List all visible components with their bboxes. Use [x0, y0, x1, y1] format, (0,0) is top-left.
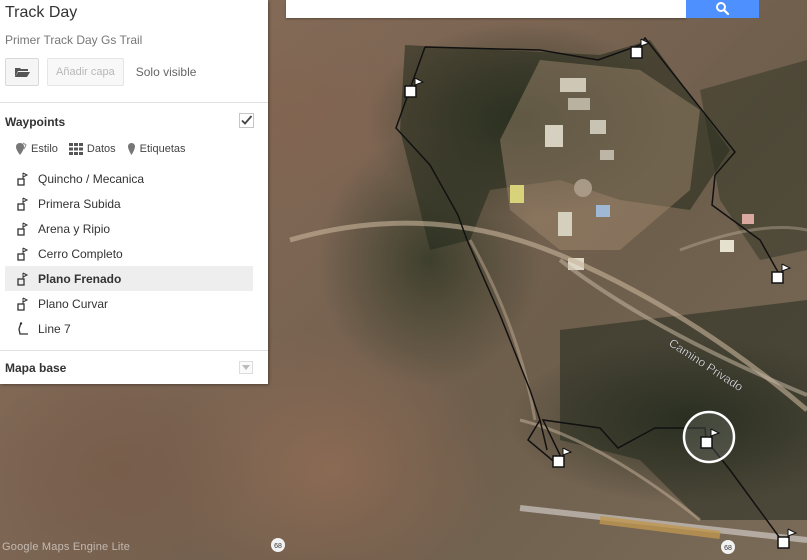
- layer-title[interactable]: Waypoints: [5, 115, 65, 129]
- building: [596, 205, 610, 217]
- building: [558, 212, 572, 236]
- line-path-icon: [18, 321, 28, 335]
- flag-marker-icon: [17, 172, 29, 186]
- map-title[interactable]: Track Day: [5, 2, 263, 24]
- import-button[interactable]: [5, 58, 39, 86]
- add-layer-button[interactable]: Añadir capa: [47, 58, 124, 86]
- list-item-selected[interactable]: Plano Frenado: [5, 266, 253, 291]
- building: [720, 240, 734, 252]
- map-header: Track Day Primer Track Day Gs Trail Añad…: [0, 0, 268, 103]
- list-item-label: Cerro Completo: [38, 246, 123, 261]
- building: [510, 185, 524, 203]
- list-item[interactable]: Primera Subida: [5, 191, 253, 216]
- flag-marker-icon: [17, 222, 29, 236]
- search-input[interactable]: [286, 0, 686, 18]
- panel-toolbar: Añadir capa Solo visible: [5, 58, 196, 86]
- list-item-label: Plano Curvar: [38, 296, 109, 311]
- style-option-label: Estilo: [31, 143, 58, 155]
- building: [742, 214, 754, 224]
- list-item[interactable]: Quincho / Mecanica: [5, 166, 253, 191]
- layer-options: Estilo Datos Etiquetas: [14, 142, 197, 156]
- list-item[interactable]: Plano Curvar: [5, 291, 253, 316]
- layers-panel: Track Day Primer Track Day Gs Trail Añad…: [0, 0, 268, 384]
- building: [590, 120, 606, 134]
- visible-only-toggle[interactable]: Solo visible: [136, 65, 197, 79]
- folder-open-icon: [15, 68, 30, 77]
- map-description[interactable]: Primer Track Day Gs Trail: [5, 33, 263, 47]
- building: [600, 150, 614, 160]
- route-shield-label: 68: [724, 545, 732, 552]
- chevron-down-icon: [242, 365, 250, 370]
- list-item-label: Primera Subida: [38, 196, 121, 211]
- flag-marker-icon: [17, 197, 29, 211]
- base-map-section[interactable]: Mapa base: [0, 351, 268, 384]
- base-map-title: Mapa base: [5, 361, 67, 375]
- labels-option-label: Etiquetas: [139, 143, 186, 155]
- list-item-label: Plano Frenado: [38, 271, 122, 286]
- search-icon: [715, 2, 729, 16]
- base-map-dropdown[interactable]: [239, 361, 253, 374]
- table-grid-icon: [68, 143, 83, 155]
- flag-marker-icon: [17, 272, 29, 286]
- data-option-label: Datos: [86, 143, 116, 155]
- list-item-label: Arena y Ripio: [38, 221, 111, 236]
- building: [568, 98, 590, 110]
- paint-marker-icon: [16, 142, 27, 155]
- list-item[interactable]: Line 7: [5, 316, 253, 341]
- label-marker-icon: [127, 143, 135, 155]
- route-shield-label: 68: [274, 543, 282, 550]
- list-item[interactable]: Arena y Ripio: [5, 216, 253, 241]
- data-option[interactable]: Datos: [68, 143, 116, 155]
- labels-option[interactable]: Etiquetas: [127, 142, 186, 156]
- search-button[interactable]: [686, 0, 759, 18]
- list-item-label: Quincho / Mecanica: [38, 171, 145, 186]
- map-attribution: Google Maps Engine Lite: [2, 541, 131, 553]
- route-shield: 68: [271, 538, 285, 552]
- flag-marker[interactable]: [552, 447, 573, 468]
- flag-marker-icon: [17, 247, 29, 261]
- waypoint-list: Quincho / Mecanica Primera Subida Arena …: [5, 166, 253, 341]
- building: [560, 78, 586, 92]
- layer-visibility-checkbox[interactable]: [239, 113, 254, 128]
- flag-marker-icon: [17, 297, 29, 311]
- style-option[interactable]: Estilo: [14, 142, 58, 156]
- layer-waypoints: Waypoints Estilo Datos Etiquetas Quincho…: [0, 103, 268, 351]
- route-shield: 68: [721, 540, 735, 554]
- list-item-label: Line 7: [38, 321, 71, 336]
- list-item[interactable]: Cerro Completo: [5, 241, 253, 266]
- building: [545, 125, 563, 147]
- search-bar: [286, 0, 759, 18]
